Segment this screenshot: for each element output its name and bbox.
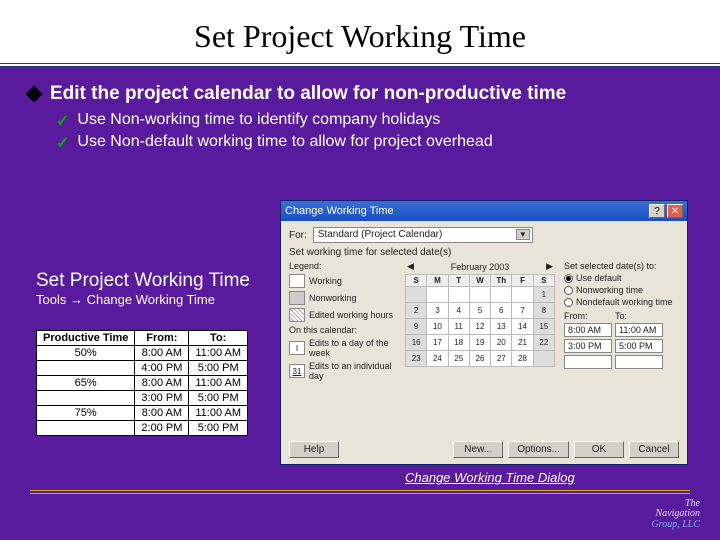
- from-label: From:: [564, 311, 612, 321]
- content-area: Edit the project calendar to allow for n…: [0, 67, 720, 153]
- main-bullet: Edit the project calendar to allow for n…: [28, 83, 692, 105]
- diamond-icon: [26, 86, 43, 103]
- table-row: 2:00 PM5:00 PM: [37, 421, 248, 436]
- dialog-titlebar[interactable]: Change Working Time ? ✕: [281, 201, 687, 221]
- main-bullet-text: Edit the project calendar to allow for n…: [50, 83, 566, 105]
- change-working-time-dialog: Change Working Time ? ✕ For: Standard (P…: [280, 200, 688, 465]
- prev-month-icon[interactable]: ◀: [407, 261, 414, 272]
- table-row: 65%8:00 AM11:00 AM: [37, 376, 248, 391]
- menu-path-b: Change Working Time: [83, 292, 215, 307]
- radio-nonworking[interactable]: [564, 286, 573, 295]
- table-row: 75%8:00 AM11:00 AM: [37, 406, 248, 421]
- ok-button[interactable]: OK: [574, 441, 624, 458]
- from-time-1[interactable]: 8:00 AM: [564, 323, 612, 337]
- on-calendar-label: On this calendar:: [289, 325, 399, 335]
- for-label: For:: [289, 230, 307, 241]
- cancel-button[interactable]: Cancel: [629, 441, 679, 458]
- left-heading-block: Set Project Working Time Tools → Change …: [36, 270, 250, 307]
- swatch-individual: 31: [289, 364, 305, 378]
- sub-bullet-1: ✓ Use Non-working time to identify compa…: [56, 111, 692, 131]
- to-time-1[interactable]: 11:00 AM: [615, 323, 663, 337]
- new-button[interactable]: New...: [453, 441, 503, 458]
- help-icon[interactable]: ?: [649, 204, 665, 218]
- title-area: Set Project Working Time: [0, 0, 720, 67]
- close-icon[interactable]: ✕: [667, 204, 683, 218]
- swatch-working: [289, 274, 305, 288]
- from-time-2[interactable]: 3:00 PM: [564, 339, 612, 353]
- slide-title: Set Project Working Time: [0, 18, 720, 55]
- check-icon: ✓: [56, 111, 69, 131]
- calendar-month-label: February 2003: [451, 262, 510, 272]
- right-pane: Set selected date(s) to: Use default Non…: [564, 261, 679, 369]
- table-row: 50%8:00 AM11:00 AM: [37, 346, 248, 361]
- table-row: 3:00 PM5:00 PM: [37, 391, 248, 406]
- calendar-grid[interactable]: SMTWThFS 1 2345678 9101112131415 1617181…: [405, 274, 555, 367]
- to-time-3[interactable]: [615, 355, 663, 369]
- sub-bullet-1-text: Use Non-working time to identify company…: [77, 111, 440, 129]
- swatch-dayofweek: I: [289, 341, 305, 355]
- check-icon: ✓: [56, 133, 69, 153]
- dialog-buttons: Help New... Options... OK Cancel: [289, 441, 679, 458]
- th-from: From:: [135, 331, 189, 346]
- to-label: To:: [615, 311, 663, 321]
- dialog-title: Change Working Time: [285, 205, 394, 217]
- sub-bullet-2-text: Use Non-default working time to allow fo…: [77, 133, 492, 151]
- radio-nondefault[interactable]: [564, 298, 573, 307]
- dialog-body: For: Standard (Project Calendar) Set wor…: [281, 221, 687, 390]
- left-heading: Set Project Working Time: [36, 270, 250, 292]
- legend-label: Legend:: [289, 261, 399, 271]
- swatch-nonworking: [289, 291, 305, 305]
- help-button[interactable]: Help: [289, 441, 339, 458]
- company-logo: The Navigation Group, LLC: [651, 499, 700, 531]
- options-button[interactable]: Options...: [508, 441, 569, 458]
- th-to: To:: [189, 331, 248, 346]
- th-productive: Productive Time: [37, 331, 135, 346]
- from-time-3[interactable]: [564, 355, 612, 369]
- to-time-2[interactable]: 5:00 PM: [615, 339, 663, 353]
- menu-path-a: Tools: [36, 292, 70, 307]
- next-month-icon[interactable]: ▶: [546, 261, 553, 272]
- swatch-edited: [289, 308, 305, 322]
- menu-path: Tools → Change Working Time: [36, 292, 250, 307]
- radio-default[interactable]: [564, 274, 573, 283]
- set-dates-label: Set selected date(s) to:: [564, 261, 679, 271]
- dialog-caption: Change Working Time Dialog: [405, 470, 575, 485]
- legend-box: Legend: Working Nonworking Edited workin…: [289, 261, 399, 384]
- productive-time-table: Productive Time From: To: 50%8:00 AM11:0…: [36, 330, 248, 436]
- calendar-select[interactable]: Standard (Project Calendar): [313, 227, 533, 243]
- set-working-label: Set working time for selected date(s): [289, 247, 679, 258]
- sub-bullet-2: ✓ Use Non-default working time to allow …: [56, 133, 692, 153]
- calendar-box: ◀ February 2003 ▶ SMTWThFS 1 2345678 910…: [405, 261, 555, 367]
- footer-divider: [30, 490, 690, 494]
- table-row: 4:00 PM5:00 PM: [37, 361, 248, 376]
